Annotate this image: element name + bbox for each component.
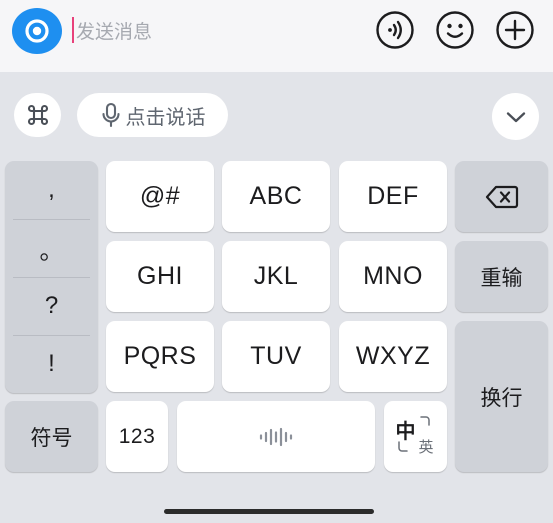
punct-key-period[interactable]: 。 [5,219,98,277]
language-switch-glyph: 中 英 [392,414,440,460]
key-label: PQRS [123,342,197,370]
punct-key-comma[interactable]: , [5,161,98,219]
key-label: TUV [250,342,302,370]
newline-key[interactable]: 换行 [455,321,548,472]
waveform-icon [259,427,293,446]
message-placeholder: 发送消息 [76,21,153,43]
key-abc[interactable]: ABC [222,161,330,232]
key-label: JKL [253,262,299,290]
emoji-button[interactable] [434,9,476,51]
key-label: @# [139,182,181,210]
punctuation-column: , 。 ? ! [5,161,98,393]
numbers-key[interactable]: 123 [106,401,168,472]
chevron-down-icon [506,111,525,122]
space-key[interactable] [177,401,375,472]
key-label: GHI [137,262,183,290]
microphone-icon [101,102,120,128]
key-label: WXYZ [355,342,431,370]
key-label: 123 [118,424,156,448]
key-symbols-at[interactable]: @# [106,161,214,232]
key-mno[interactable]: MNO [339,241,447,312]
language-switch-key[interactable]: 中 英 [384,401,447,472]
key-pqrs[interactable]: PQRS [106,321,214,392]
key-ghi[interactable]: GHI [106,241,214,312]
key-label: 符号 [30,426,73,450]
tap-to-talk-button[interactable]: 点击说话 [77,93,228,137]
command-icon [27,104,48,126]
text-caret [72,17,74,43]
key-label: ABC [249,182,303,210]
voice-message-button[interactable] [374,9,416,51]
emoji-icon [436,11,474,49]
key-label: 换行 [480,386,523,410]
backspace-icon [485,185,518,208]
message-input[interactable]: 发送消息 [72,12,362,48]
camera-icon [25,19,49,43]
punct-key-question[interactable]: ? [5,277,98,335]
symbols-key[interactable]: 符号 [5,401,98,472]
camera-button[interactable] [12,8,62,54]
reenter-key[interactable]: 重输 [455,241,548,312]
delete-key[interactable] [455,161,548,232]
plus-icon [496,11,534,49]
collapse-keyboard-button[interactable] [492,93,539,140]
key-label: MNO [363,262,423,290]
home-indicator[interactable] [164,509,374,514]
key-tuv[interactable]: TUV [222,321,330,392]
switch-arrows-icon [397,415,430,452]
more-button[interactable] [494,9,536,51]
tap-to-talk-label: 点击说话 [125,106,206,129]
key-wxyz[interactable]: WXYZ [339,321,447,392]
key-def[interactable]: DEF [339,161,447,232]
punct-key-exclamation[interactable]: ! [5,335,98,393]
message-input-bar: 发送消息 [0,0,553,72]
key-label: DEF [367,182,419,210]
key-label: 重输 [480,266,523,290]
voice-message-icon [376,11,414,49]
keyboard-menu-button[interactable] [14,93,61,137]
key-jkl[interactable]: JKL [222,241,330,312]
